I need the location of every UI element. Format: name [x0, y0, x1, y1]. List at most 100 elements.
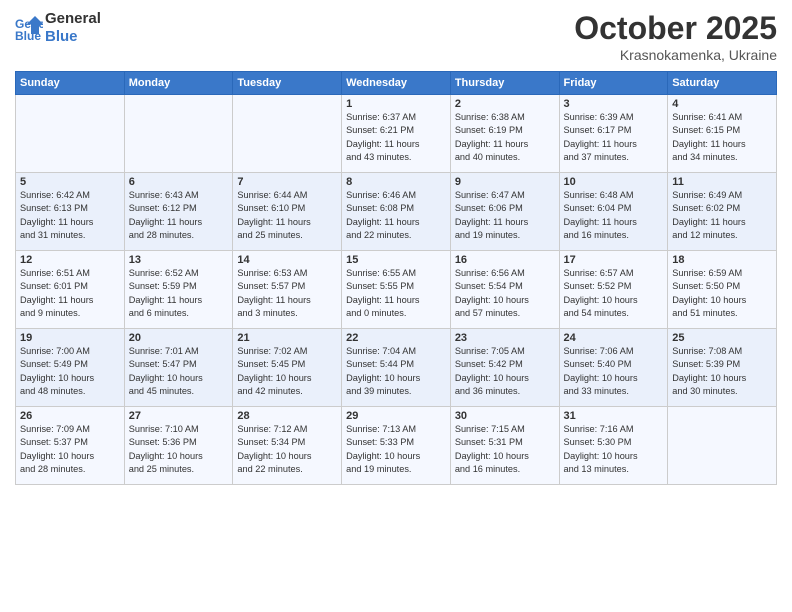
day-info: Sunrise: 7:16 AM Sunset: 5:30 PM Dayligh…	[564, 423, 664, 476]
logo-blue: Blue	[45, 28, 101, 46]
header: General Blue General Blue October 2025 K…	[15, 10, 777, 63]
day-info: Sunrise: 7:10 AM Sunset: 5:36 PM Dayligh…	[129, 423, 229, 476]
day-info: Sunrise: 6:43 AM Sunset: 6:12 PM Dayligh…	[129, 189, 229, 242]
calendar-cell: 28Sunrise: 7:12 AM Sunset: 5:34 PM Dayli…	[233, 407, 342, 485]
calendar-cell: 21Sunrise: 7:02 AM Sunset: 5:45 PM Dayli…	[233, 329, 342, 407]
day-info: Sunrise: 7:01 AM Sunset: 5:47 PM Dayligh…	[129, 345, 229, 398]
calendar-cell: 11Sunrise: 6:49 AM Sunset: 6:02 PM Dayli…	[668, 173, 777, 251]
day-number: 1	[346, 98, 446, 110]
calendar-cell: 25Sunrise: 7:08 AM Sunset: 5:39 PM Dayli…	[668, 329, 777, 407]
calendar-cell	[668, 407, 777, 485]
day-number: 14	[237, 254, 337, 266]
day-number: 22	[346, 332, 446, 344]
day-number: 4	[672, 98, 772, 110]
page: General Blue General Blue October 2025 K…	[0, 0, 792, 612]
day-number: 20	[129, 332, 229, 344]
logo: General Blue General Blue	[15, 10, 101, 46]
day-number: 13	[129, 254, 229, 266]
day-info: Sunrise: 6:49 AM Sunset: 6:02 PM Dayligh…	[672, 189, 772, 242]
day-number: 21	[237, 332, 337, 344]
day-number: 9	[455, 176, 555, 188]
day-number: 25	[672, 332, 772, 344]
calendar-cell: 8Sunrise: 6:46 AM Sunset: 6:08 PM Daylig…	[342, 173, 451, 251]
day-info: Sunrise: 6:47 AM Sunset: 6:06 PM Dayligh…	[455, 189, 555, 242]
calendar-cell: 17Sunrise: 6:57 AM Sunset: 5:52 PM Dayli…	[559, 251, 668, 329]
calendar-cell: 7Sunrise: 6:44 AM Sunset: 6:10 PM Daylig…	[233, 173, 342, 251]
title-block: October 2025 Krasnokamenka, Ukraine	[574, 10, 777, 63]
day-header-monday: Monday	[124, 72, 233, 95]
day-header-thursday: Thursday	[450, 72, 559, 95]
day-info: Sunrise: 6:53 AM Sunset: 5:57 PM Dayligh…	[237, 267, 337, 320]
calendar-cell: 4Sunrise: 6:41 AM Sunset: 6:15 PM Daylig…	[668, 95, 777, 173]
day-number: 28	[237, 410, 337, 422]
day-number: 27	[129, 410, 229, 422]
day-number: 12	[20, 254, 120, 266]
day-info: Sunrise: 6:38 AM Sunset: 6:19 PM Dayligh…	[455, 111, 555, 164]
day-info: Sunrise: 7:04 AM Sunset: 5:44 PM Dayligh…	[346, 345, 446, 398]
calendar-cell: 12Sunrise: 6:51 AM Sunset: 6:01 PM Dayli…	[16, 251, 125, 329]
calendar-cell: 10Sunrise: 6:48 AM Sunset: 6:04 PM Dayli…	[559, 173, 668, 251]
calendar-cell: 19Sunrise: 7:00 AM Sunset: 5:49 PM Dayli…	[16, 329, 125, 407]
calendar-cell: 15Sunrise: 6:55 AM Sunset: 5:55 PM Dayli…	[342, 251, 451, 329]
calendar-cell	[16, 95, 125, 173]
day-info: Sunrise: 6:56 AM Sunset: 5:54 PM Dayligh…	[455, 267, 555, 320]
week-row-3: 19Sunrise: 7:00 AM Sunset: 5:49 PM Dayli…	[16, 329, 777, 407]
calendar-subtitle: Krasnokamenka, Ukraine	[574, 47, 777, 63]
day-number: 3	[564, 98, 664, 110]
day-info: Sunrise: 7:08 AM Sunset: 5:39 PM Dayligh…	[672, 345, 772, 398]
calendar-cell: 20Sunrise: 7:01 AM Sunset: 5:47 PM Dayli…	[124, 329, 233, 407]
day-number: 8	[346, 176, 446, 188]
day-number: 10	[564, 176, 664, 188]
calendar-cell: 24Sunrise: 7:06 AM Sunset: 5:40 PM Dayli…	[559, 329, 668, 407]
day-header-tuesday: Tuesday	[233, 72, 342, 95]
week-row-4: 26Sunrise: 7:09 AM Sunset: 5:37 PM Dayli…	[16, 407, 777, 485]
day-header-friday: Friday	[559, 72, 668, 95]
day-info: Sunrise: 6:57 AM Sunset: 5:52 PM Dayligh…	[564, 267, 664, 320]
calendar-cell: 31Sunrise: 7:16 AM Sunset: 5:30 PM Dayli…	[559, 407, 668, 485]
day-info: Sunrise: 6:39 AM Sunset: 6:17 PM Dayligh…	[564, 111, 664, 164]
calendar-cell: 27Sunrise: 7:10 AM Sunset: 5:36 PM Dayli…	[124, 407, 233, 485]
calendar-cell: 1Sunrise: 6:37 AM Sunset: 6:21 PM Daylig…	[342, 95, 451, 173]
calendar-cell: 2Sunrise: 6:38 AM Sunset: 6:19 PM Daylig…	[450, 95, 559, 173]
day-info: Sunrise: 6:42 AM Sunset: 6:13 PM Dayligh…	[20, 189, 120, 242]
day-number: 7	[237, 176, 337, 188]
day-number: 18	[672, 254, 772, 266]
day-number: 16	[455, 254, 555, 266]
calendar-table: SundayMondayTuesdayWednesdayThursdayFrid…	[15, 71, 777, 485]
day-number: 23	[455, 332, 555, 344]
day-number: 26	[20, 410, 120, 422]
calendar-cell: 5Sunrise: 6:42 AM Sunset: 6:13 PM Daylig…	[16, 173, 125, 251]
day-header-wednesday: Wednesday	[342, 72, 451, 95]
day-info: Sunrise: 7:15 AM Sunset: 5:31 PM Dayligh…	[455, 423, 555, 476]
calendar-title: October 2025	[574, 10, 777, 47]
logo-icon: General Blue	[15, 14, 43, 42]
calendar-cell: 6Sunrise: 6:43 AM Sunset: 6:12 PM Daylig…	[124, 173, 233, 251]
calendar-cell	[233, 95, 342, 173]
day-number: 17	[564, 254, 664, 266]
calendar-cell: 13Sunrise: 6:52 AM Sunset: 5:59 PM Dayli…	[124, 251, 233, 329]
day-number: 6	[129, 176, 229, 188]
day-info: Sunrise: 6:46 AM Sunset: 6:08 PM Dayligh…	[346, 189, 446, 242]
calendar-cell: 3Sunrise: 6:39 AM Sunset: 6:17 PM Daylig…	[559, 95, 668, 173]
day-info: Sunrise: 7:09 AM Sunset: 5:37 PM Dayligh…	[20, 423, 120, 476]
day-info: Sunrise: 6:44 AM Sunset: 6:10 PM Dayligh…	[237, 189, 337, 242]
day-info: Sunrise: 6:55 AM Sunset: 5:55 PM Dayligh…	[346, 267, 446, 320]
calendar-cell: 22Sunrise: 7:04 AM Sunset: 5:44 PM Dayli…	[342, 329, 451, 407]
day-number: 15	[346, 254, 446, 266]
day-number: 19	[20, 332, 120, 344]
day-header-sunday: Sunday	[16, 72, 125, 95]
calendar-cell: 29Sunrise: 7:13 AM Sunset: 5:33 PM Dayli…	[342, 407, 451, 485]
day-number: 2	[455, 98, 555, 110]
day-info: Sunrise: 7:06 AM Sunset: 5:40 PM Dayligh…	[564, 345, 664, 398]
day-info: Sunrise: 6:51 AM Sunset: 6:01 PM Dayligh…	[20, 267, 120, 320]
calendar-cell: 23Sunrise: 7:05 AM Sunset: 5:42 PM Dayli…	[450, 329, 559, 407]
day-info: Sunrise: 6:48 AM Sunset: 6:04 PM Dayligh…	[564, 189, 664, 242]
day-info: Sunrise: 6:37 AM Sunset: 6:21 PM Dayligh…	[346, 111, 446, 164]
day-number: 29	[346, 410, 446, 422]
day-info: Sunrise: 7:13 AM Sunset: 5:33 PM Dayligh…	[346, 423, 446, 476]
day-info: Sunrise: 7:02 AM Sunset: 5:45 PM Dayligh…	[237, 345, 337, 398]
week-row-2: 12Sunrise: 6:51 AM Sunset: 6:01 PM Dayli…	[16, 251, 777, 329]
day-number: 31	[564, 410, 664, 422]
calendar-cell: 9Sunrise: 6:47 AM Sunset: 6:06 PM Daylig…	[450, 173, 559, 251]
week-row-0: 1Sunrise: 6:37 AM Sunset: 6:21 PM Daylig…	[16, 95, 777, 173]
